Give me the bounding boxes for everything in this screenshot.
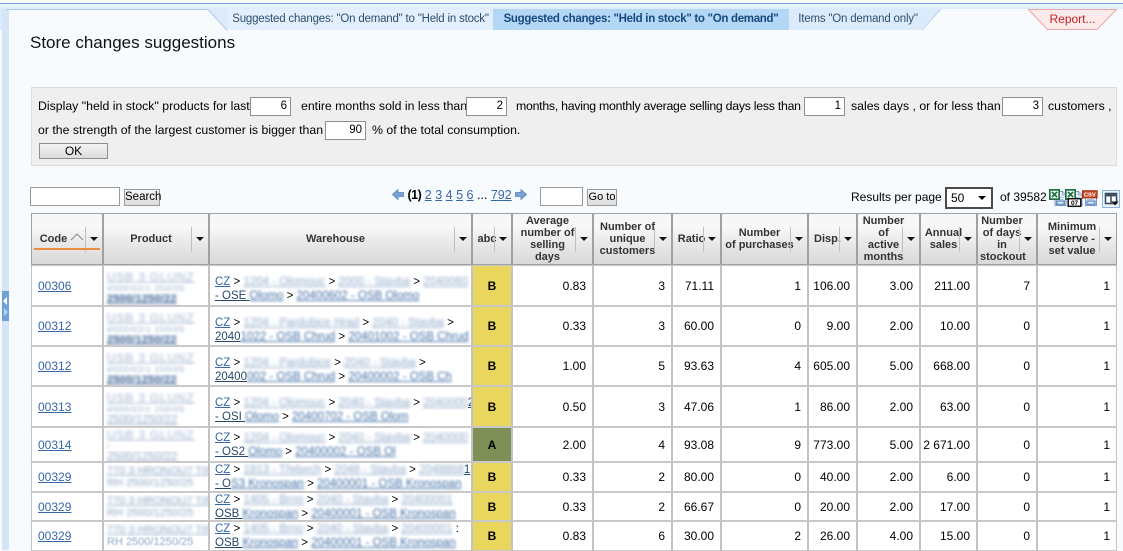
svg-text:CSV: CSV: [1084, 193, 1096, 199]
svg-text:07: 07: [1071, 200, 1079, 207]
